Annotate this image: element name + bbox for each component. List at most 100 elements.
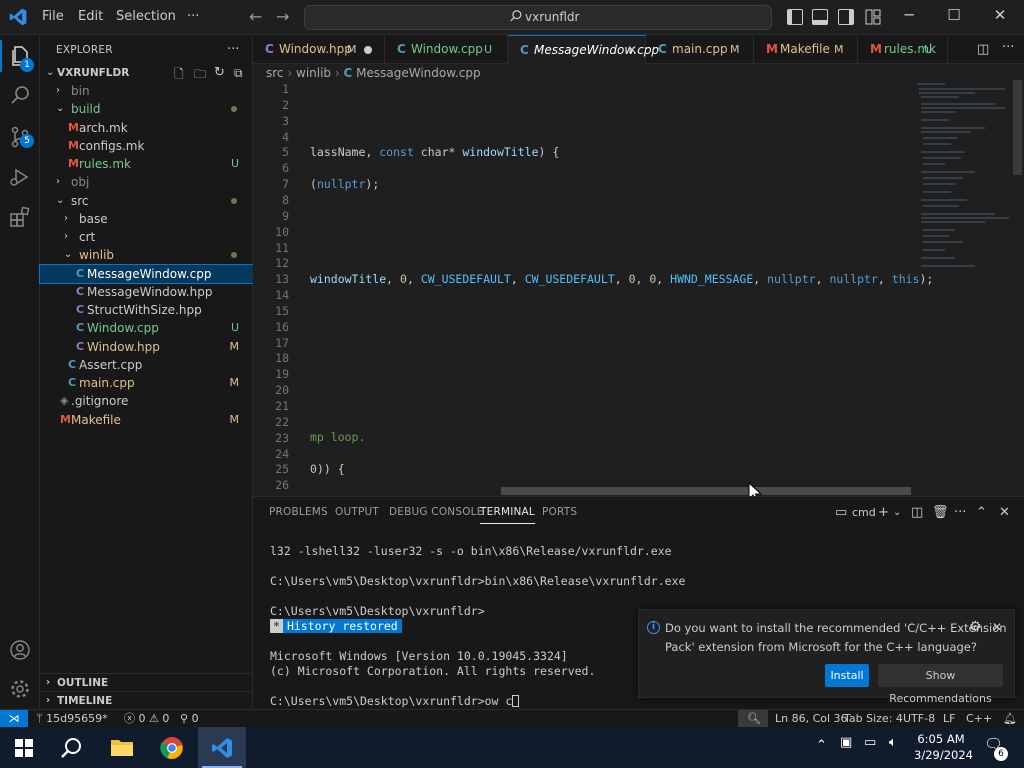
breadcrumb-winlib[interactable]: winlib — [296, 66, 331, 80]
zoom-indicator[interactable]: 🔍︎ — [738, 710, 768, 727]
run-debug-icon[interactable] — [8, 165, 32, 189]
breadcrumb-file[interactable]: MessageWindow.cpp — [356, 66, 480, 80]
workspace-root[interactable]: ⌄ VXRUNFLDR 🗋 🗀 ↻ ⧉ — [40, 64, 253, 82]
tree-item[interactable]: C MessageWindow.hpp — [40, 283, 253, 301]
editor-tab[interactable]: C MessageWindow.cpp ✕ — [508, 35, 659, 65]
tree-item[interactable]: Mrules.mk U — [40, 155, 253, 173]
tree-item[interactable]: › base — [40, 210, 253, 228]
taskbar-search-icon[interactable] — [60, 736, 84, 760]
refresh-icon[interactable]: ↻ — [214, 64, 225, 82]
panel-tab-problems[interactable]: PROBLEMS — [269, 506, 328, 518]
tray-volume-icon[interactable]: 🔈︎ — [889, 735, 897, 750]
tree-item[interactable]: Cmain.cpp M — [40, 374, 253, 392]
maximize-icon[interactable]: ☐ — [931, 6, 977, 24]
remote-indicator-icon[interactable]: ⋊ — [0, 710, 28, 728]
tray-chevron-up-icon[interactable]: ⌃ — [816, 738, 827, 753]
taskbar-clock[interactable]: 6:05 AM 3/29/2024 — [914, 731, 973, 763]
timeline-section[interactable]: › TIMELINE — [40, 691, 253, 709]
terminal-dropdown-chevron-icon[interactable]: ⌄ — [893, 507, 901, 518]
customize-layout-icon[interactable] — [865, 9, 881, 25]
windows-start-icon[interactable] — [15, 739, 33, 757]
minimap[interactable] — [915, 80, 1011, 280]
close-tab-icon[interactable]: ✕ — [627, 36, 637, 65]
split-editor-icon[interactable]: ◫ — [977, 42, 989, 57]
unsaved-dot-icon[interactable] — [364, 46, 372, 54]
editor-tab[interactable]: C Window.hpp M — [253, 35, 385, 64]
panel-tab-ports[interactable]: PORTS — [542, 506, 577, 518]
tree-item[interactable]: › crt — [40, 228, 253, 246]
chrome-icon[interactable] — [160, 736, 184, 760]
tree-item[interactable]: C Window.cpp U — [40, 319, 253, 337]
tree-item[interactable]: M Makefile M — [40, 411, 253, 429]
end-of-line[interactable]: LF — [943, 710, 955, 727]
tree-item[interactable]: C MessageWindow.cpp — [39, 263, 254, 284]
split-terminal-icon[interactable]: ◫ — [911, 505, 923, 520]
panel-more-icon[interactable]: ··· — [954, 505, 966, 520]
cursor-position[interactable]: Ln 86, Col 36 — [775, 710, 848, 727]
toast-close-icon[interactable]: ✕ — [992, 620, 1002, 634]
git-branch[interactable]: ᛘ 15d95659* — [36, 710, 108, 727]
tray-network-icon[interactable]: ▣ — [840, 735, 852, 750]
tree-item[interactable]: ◈ .gitignore — [40, 392, 253, 410]
back-arrow-icon[interactable]: ← — [249, 7, 262, 26]
tree-item[interactable]: ⌄ build — [40, 100, 253, 118]
maximize-panel-icon[interactable]: ⌃ — [976, 505, 987, 520]
vertical-scrollbar-thumb[interactable] — [1013, 80, 1022, 175]
new-terminal-icon[interactable]: + — [878, 505, 889, 520]
menu-more[interactable]: ··· — [187, 9, 199, 24]
horizontal-scrollbar-thumb[interactable] — [501, 487, 911, 495]
panel-tab-debug-console[interactable]: DEBUG CONSOLE — [389, 506, 484, 518]
extensions-icon[interactable] — [8, 205, 32, 229]
tree-item[interactable]: › bin — [40, 82, 253, 100]
tree-item[interactable]: ⌄ src — [40, 192, 253, 210]
menu-edit[interactable]: Edit — [78, 9, 103, 24]
ports-indicator[interactable]: ⚲ 0 — [180, 710, 199, 727]
show-recommendations-button[interactable]: Show Recommendations — [878, 664, 1003, 705]
toast-settings-gear-icon[interactable]: ⚙ — [969, 619, 982, 635]
tree-item[interactable]: C Assert.cpp — [40, 356, 253, 374]
vscode-logo-icon[interactable] — [8, 7, 28, 27]
close-panel-icon[interactable]: ✕ — [999, 505, 1010, 520]
tree-item[interactable]: C StructWithSize.hpp — [40, 301, 253, 319]
terminal-prompt[interactable]: C:\Users\vm5\Desktop\vxrunfldr>ow c — [270, 694, 520, 708]
outline-section[interactable]: › OUTLINE — [40, 673, 253, 691]
tab-size[interactable]: Tab Size: 4 — [844, 710, 903, 727]
search-icon[interactable] — [8, 84, 32, 108]
toggle-panel-icon[interactable] — [812, 9, 828, 25]
toggle-primary-sidebar-icon[interactable] — [787, 9, 803, 25]
command-center-search[interactable]: vxrunfldr — [304, 5, 772, 30]
collapse-all-icon[interactable]: ⧉ — [234, 64, 243, 82]
file-encoding[interactable]: UTF-8 — [903, 710, 935, 727]
editor-more-button[interactable]: ··· — [1002, 40, 1014, 55]
editor-tab[interactable]: C Window.cpp U — [385, 35, 508, 64]
install-button[interactable]: Install — [825, 664, 869, 687]
account-icon[interactable] — [8, 638, 32, 662]
file-explorer-icon[interactable] — [110, 737, 134, 757]
toggle-secondary-sidebar-icon[interactable] — [838, 9, 854, 25]
problems-indicator[interactable]: ⓧ 0 ⚠ 0 — [124, 710, 169, 727]
tray-display-icon[interactable]: ▭ — [864, 735, 876, 750]
tree-item[interactable]: March.mk — [40, 119, 253, 137]
editor-tab[interactable]: Cmain.cpp M — [646, 35, 754, 64]
tree-item[interactable]: Mconfigs.mk — [40, 137, 253, 155]
kill-terminal-trash-icon[interactable]: 🗑 — [932, 505, 949, 520]
panel-tab-terminal[interactable]: TERMINAL — [480, 506, 535, 524]
explorer-more-button[interactable]: ··· — [227, 42, 239, 57]
settings-gear-icon[interactable] — [8, 677, 32, 701]
notifications-bell-icon[interactable]: 🔔︎ — [1003, 710, 1017, 727]
tree-item[interactable]: C Window.hpp M — [40, 338, 253, 356]
tree-item[interactable]: ⌄ winlib — [40, 246, 253, 264]
vscode-taskbar-button[interactable] — [198, 727, 246, 768]
forward-arrow-icon[interactable]: → — [276, 7, 289, 26]
menu-file[interactable]: File — [42, 9, 64, 24]
close-icon[interactable]: ✕ — [977, 6, 1023, 24]
terminal-shell-name[interactable]: cmd — [852, 506, 876, 519]
breadcrumb-src[interactable]: src — [266, 66, 284, 80]
new-file-icon[interactable]: 🗋 — [174, 65, 184, 83]
new-folder-icon[interactable]: 🗀 — [194, 65, 206, 83]
panel-tab-output[interactable]: OUTPUT — [335, 506, 379, 518]
editor-tab[interactable]: Mrules.mk U — [858, 35, 948, 64]
minimize-icon[interactable]: ─ — [886, 6, 932, 24]
tree-item[interactable]: › obj — [40, 173, 253, 191]
code-editor[interactable]: 1 2 3 4 5 6 7 8 9 10 11 12 13 14 15 16 17 18 19 20 21 22 23 24 2… — [253, 80, 1024, 495]
